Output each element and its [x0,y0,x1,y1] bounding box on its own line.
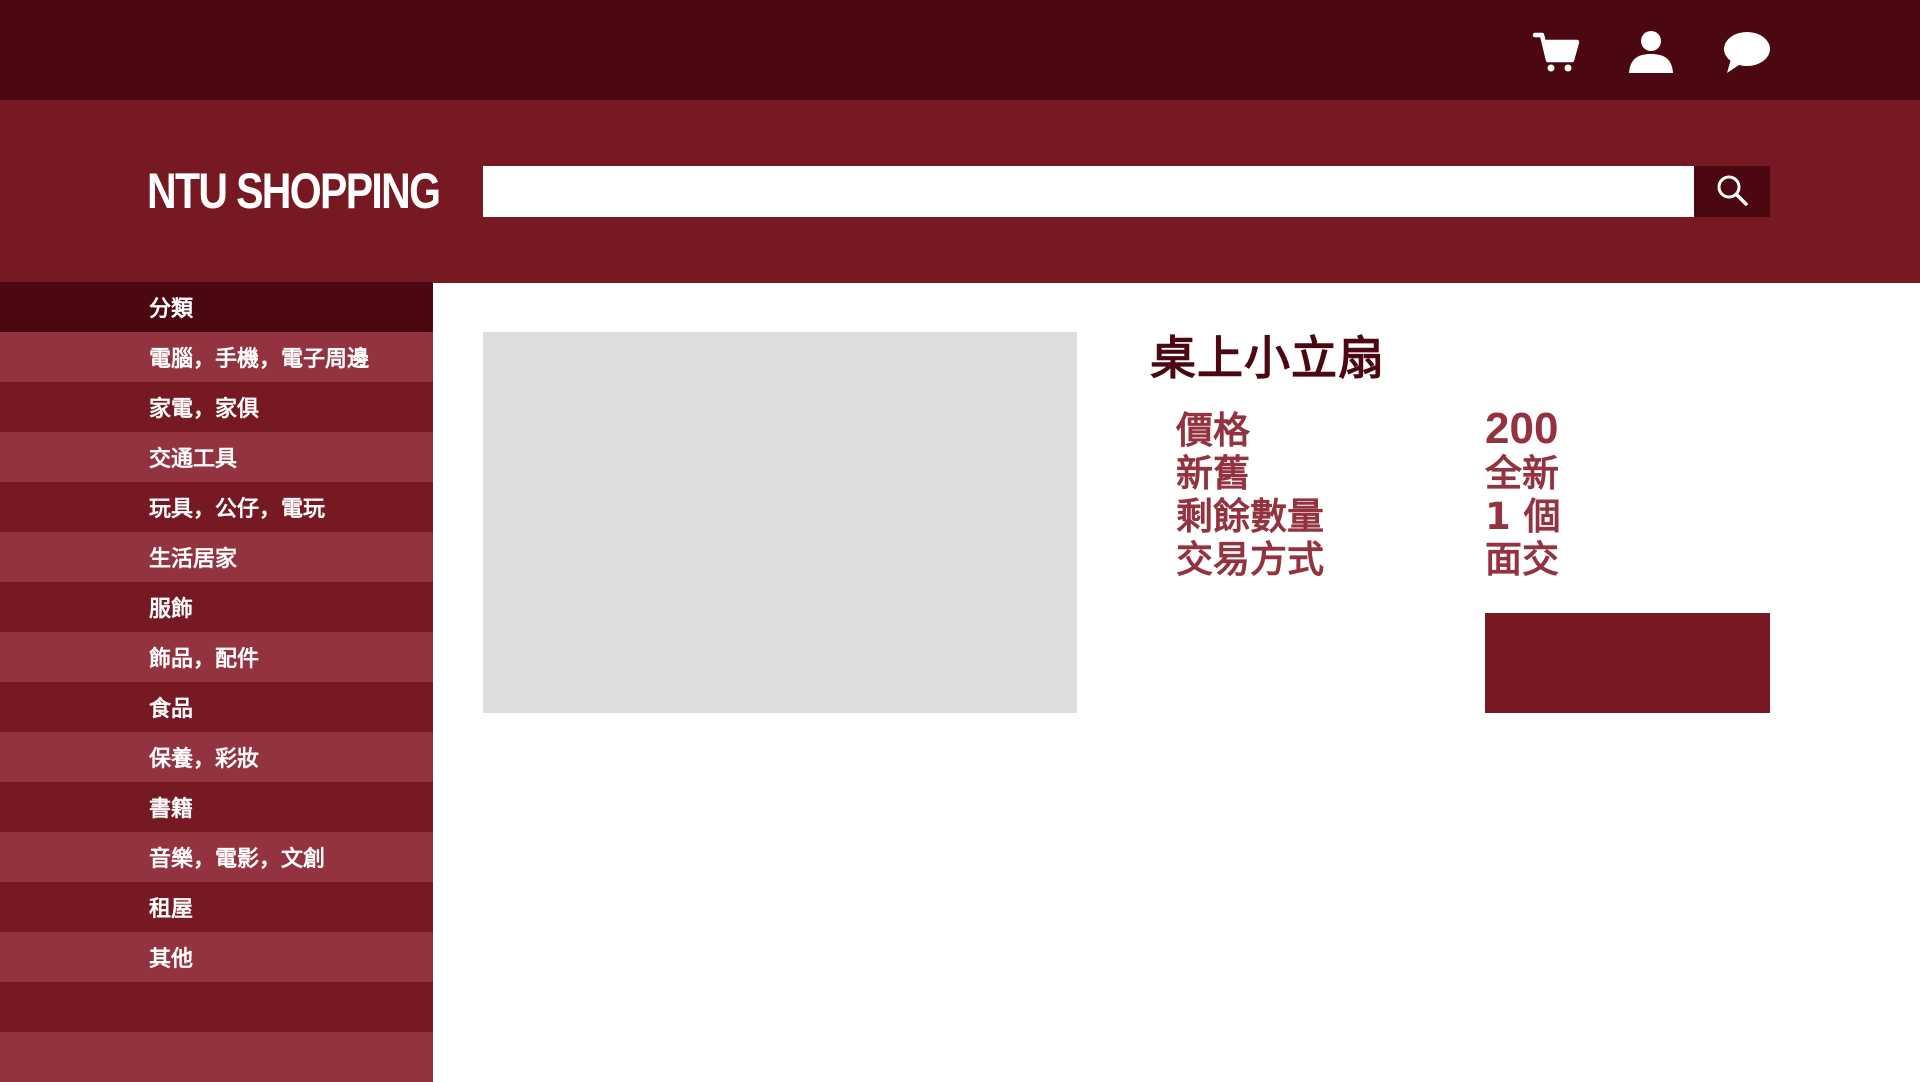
condition-label: 新舊 [1176,452,1250,495]
sidebar-item-appliances-furniture[interactable]: 家電，家俱 [0,382,433,432]
sidebar-item-clothing[interactable]: 服飾 [0,582,433,632]
condition-value: 全新 [1485,452,1559,495]
sidebar-item-vehicles[interactable]: 交通工具 [0,432,433,482]
site-logo[interactable]: NTU SHOPPING [147,162,441,220]
sidebar-item-rental[interactable]: 租屋 [0,882,433,932]
sidebar-filler-row [0,982,433,1032]
search-button[interactable] [1694,166,1770,217]
sidebar-item-food[interactable]: 食品 [0,682,433,732]
sidebar-filler-row [0,1032,433,1082]
action-button[interactable] [1485,613,1770,713]
header: NTU SHOPPING [0,100,1920,283]
sidebar-item-books[interactable]: 書籍 [0,782,433,832]
product-image-placeholder [483,332,1077,713]
search-input[interactable] [483,166,1694,217]
price-value: 200 [1485,404,1559,453]
quantity-value: 1 個 [1485,495,1561,538]
category-heading: 分類 [0,282,433,332]
search-icon [1715,173,1749,211]
price-label: 價格 [1176,409,1250,452]
sidebar-item-accessories[interactable]: 飾品，配件 [0,632,433,682]
sidebar-item-home-living[interactable]: 生活居家 [0,532,433,582]
sidebar-item-toys-games[interactable]: 玩具，公仔，電玩 [0,482,433,532]
top-bar [0,0,1920,100]
category-sidebar: 分類 電腦，手機，電子周邊 家電，家俱 交通工具 玩具，公仔，電玩 生活居家 服… [0,282,433,1082]
trade-method-label: 交易方式 [1176,538,1324,581]
sidebar-item-other[interactable]: 其他 [0,932,433,982]
sidebar-item-skincare-makeup[interactable]: 保養，彩妝 [0,732,433,782]
product-title: 桌上小立扇 [1150,331,1385,385]
cart-icon[interactable] [1532,28,1580,80]
sidebar-item-electronics[interactable]: 電腦，手機，電子周邊 [0,332,433,382]
sidebar-item-music-film-creative[interactable]: 音樂，電影，文創 [0,832,433,882]
chat-icon[interactable] [1722,28,1772,80]
quantity-label: 剩餘數量 [1176,495,1324,538]
trade-method-value: 面交 [1485,538,1559,581]
user-icon[interactable] [1627,28,1675,80]
